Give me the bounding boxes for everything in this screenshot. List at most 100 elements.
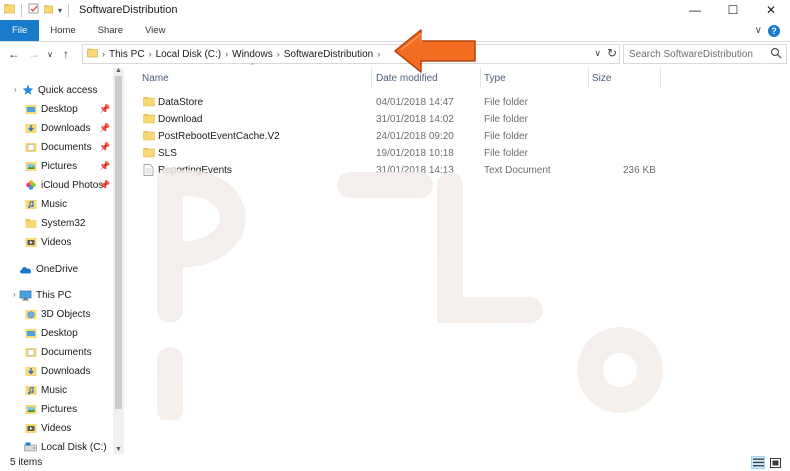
nav-item-documents-pc[interactable]: Documents xyxy=(24,343,92,361)
nav-label: This PC xyxy=(36,289,72,301)
window-title: SoftwareDistribution xyxy=(79,4,178,16)
folder-icon xyxy=(143,130,155,144)
breadcrumb-local-disk[interactable]: Local Disk (C:) xyxy=(156,49,222,60)
nav-item-music-pc[interactable]: Music xyxy=(24,381,67,399)
breadcrumb-windows[interactable]: Windows xyxy=(232,49,273,60)
recent-locations-icon[interactable]: ∨ xyxy=(44,50,56,59)
folder-icon xyxy=(24,217,37,229)
expand-ribbon-icon[interactable]: ∨ xyxy=(755,25,762,36)
nav-quick-access[interactable]: Quick access xyxy=(21,81,97,99)
nav-item-videos[interactable]: Videos xyxy=(24,233,71,251)
nav-label: Local Disk (C:) xyxy=(41,441,107,453)
pin-icon[interactable]: 📌 xyxy=(99,180,110,191)
file-row[interactable]: SLS 19/01/2018 10:18 File folder xyxy=(139,145,661,162)
properties-icon[interactable] xyxy=(28,3,39,17)
nav-item-3d-objects[interactable]: 3D Objects xyxy=(24,305,90,323)
item-count: 5 items xyxy=(10,457,43,468)
column-header-type[interactable]: Type xyxy=(482,68,586,88)
tab-home[interactable]: Home xyxy=(39,20,86,41)
file-row[interactable]: PostRebootEventCache.V2 24/01/2018 09:20… xyxy=(139,128,661,145)
search-input[interactable] xyxy=(629,48,767,60)
search-icon[interactable] xyxy=(770,47,782,62)
videos-folder-icon xyxy=(24,236,37,248)
refresh-icon[interactable]: ↻ xyxy=(607,46,617,60)
search-box[interactable] xyxy=(623,44,787,64)
details-view-icon[interactable] xyxy=(751,456,765,469)
address-dropdown-icon[interactable]: ∨ xyxy=(594,48,601,59)
folder-icon xyxy=(87,47,98,61)
up-arrow-icon[interactable]: ↑ xyxy=(56,47,76,61)
music-folder-icon xyxy=(24,384,37,396)
maximize-button[interactable]: ☐ xyxy=(714,0,752,20)
forward-arrow-icon[interactable]: → xyxy=(24,47,44,61)
pin-icon[interactable]: 📌 xyxy=(99,104,110,115)
3d-objects-folder-icon xyxy=(24,308,37,320)
column-divider[interactable] xyxy=(660,68,661,88)
nav-label: Desktop xyxy=(41,103,78,115)
tab-view[interactable]: View xyxy=(134,20,176,41)
nav-this-pc[interactable]: This PC xyxy=(19,286,72,304)
scroll-up-icon[interactable]: ▲ xyxy=(113,67,124,74)
file-type: File folder xyxy=(484,114,528,125)
nav-label: OneDrive xyxy=(36,263,79,275)
breadcrumb-softwaredistribution[interactable]: SoftwareDistribution xyxy=(284,49,373,60)
new-folder-icon[interactable] xyxy=(43,3,54,17)
chevron-right-icon[interactable]: › xyxy=(377,49,380,59)
pin-icon[interactable]: 📌 xyxy=(99,123,110,134)
chevron-right-icon[interactable]: › xyxy=(277,49,280,59)
back-arrow-icon[interactable]: ← xyxy=(4,47,24,61)
column-divider[interactable] xyxy=(588,68,589,88)
file-row[interactable]: Download 31/01/2018 14:02 File folder xyxy=(139,111,661,128)
nav-label: Downloads xyxy=(41,365,91,377)
minimize-button[interactable]: — xyxy=(676,0,714,20)
scroll-down-icon[interactable]: ▼ xyxy=(113,446,124,453)
chevron-right-icon[interactable]: › xyxy=(225,49,228,59)
file-row[interactable]: DataStore 04/01/2018 14:47 File folder xyxy=(139,94,661,111)
column-divider[interactable] xyxy=(480,68,481,88)
expand-caret-icon[interactable]: › xyxy=(14,85,17,94)
file-size: 236 KB xyxy=(623,165,656,176)
file-date: 31/01/2018 14:02 xyxy=(376,114,454,125)
column-header-name[interactable]: Name xyxy=(140,68,373,88)
tab-share[interactable]: Share xyxy=(87,20,134,41)
expand-caret-icon[interactable]: › xyxy=(13,290,16,299)
nav-item-system32[interactable]: System32 xyxy=(24,214,85,232)
nav-item-music[interactable]: Music xyxy=(24,195,67,213)
nav-onedrive[interactable]: OneDrive xyxy=(19,260,78,278)
large-icons-view-icon[interactable] xyxy=(768,456,782,469)
column-header-size[interactable]: Size xyxy=(590,68,660,88)
desktop-folder-icon xyxy=(24,103,37,115)
nav-scrollbar[interactable]: ▲ ▼ xyxy=(113,67,124,454)
videos-folder-icon xyxy=(24,422,37,434)
nav-item-documents[interactable]: Documents xyxy=(24,138,92,156)
nav-item-icloud-photos[interactable]: iCloud Photos xyxy=(24,176,103,194)
nav-item-videos-pc[interactable]: Videos xyxy=(24,419,71,437)
help-icon[interactable]: ? xyxy=(768,24,780,37)
breadcrumb-this-pc[interactable]: This PC xyxy=(109,49,145,60)
nav-item-desktop[interactable]: Desktop xyxy=(24,100,78,118)
customize-toolbar-icon[interactable]: ▾ xyxy=(58,6,62,15)
column-header-date[interactable]: Date modified xyxy=(374,68,480,88)
nav-item-desktop-pc[interactable]: Desktop xyxy=(24,324,78,342)
address-bar[interactable]: › This PC › Local Disk (C:) › Windows › … xyxy=(82,44,620,64)
tab-file[interactable]: File xyxy=(0,20,40,41)
nav-item-pictures[interactable]: Pictures xyxy=(24,157,77,175)
column-divider[interactable] xyxy=(371,68,372,88)
pin-icon[interactable]: 📌 xyxy=(99,142,110,153)
icloud-photos-icon xyxy=(24,179,37,191)
nav-item-local-disk[interactable]: Local Disk (C:) xyxy=(24,438,107,454)
nav-item-downloads-pc[interactable]: Downloads xyxy=(24,362,90,380)
view-toggle xyxy=(751,454,782,471)
scrollbar-thumb[interactable] xyxy=(115,76,122,409)
close-button[interactable]: ✕ xyxy=(752,0,790,20)
nav-item-pictures-pc[interactable]: Pictures xyxy=(24,400,77,418)
quick-access-toolbar: ▾ xyxy=(0,0,71,20)
pin-icon[interactable]: 📌 xyxy=(99,161,110,172)
navigation-pane: › Quick access Desktop 📌 Downloads 📌 Doc… xyxy=(0,68,124,454)
nav-item-downloads[interactable]: Downloads xyxy=(24,119,90,137)
file-name: DataStore xyxy=(158,97,204,108)
downloads-folder-icon xyxy=(24,365,37,377)
file-row[interactable]: ReportingEvents 31/01/2018 14:13 Text Do… xyxy=(139,162,661,179)
chevron-right-icon[interactable]: › xyxy=(149,49,152,59)
chevron-right-icon[interactable]: › xyxy=(102,49,105,59)
